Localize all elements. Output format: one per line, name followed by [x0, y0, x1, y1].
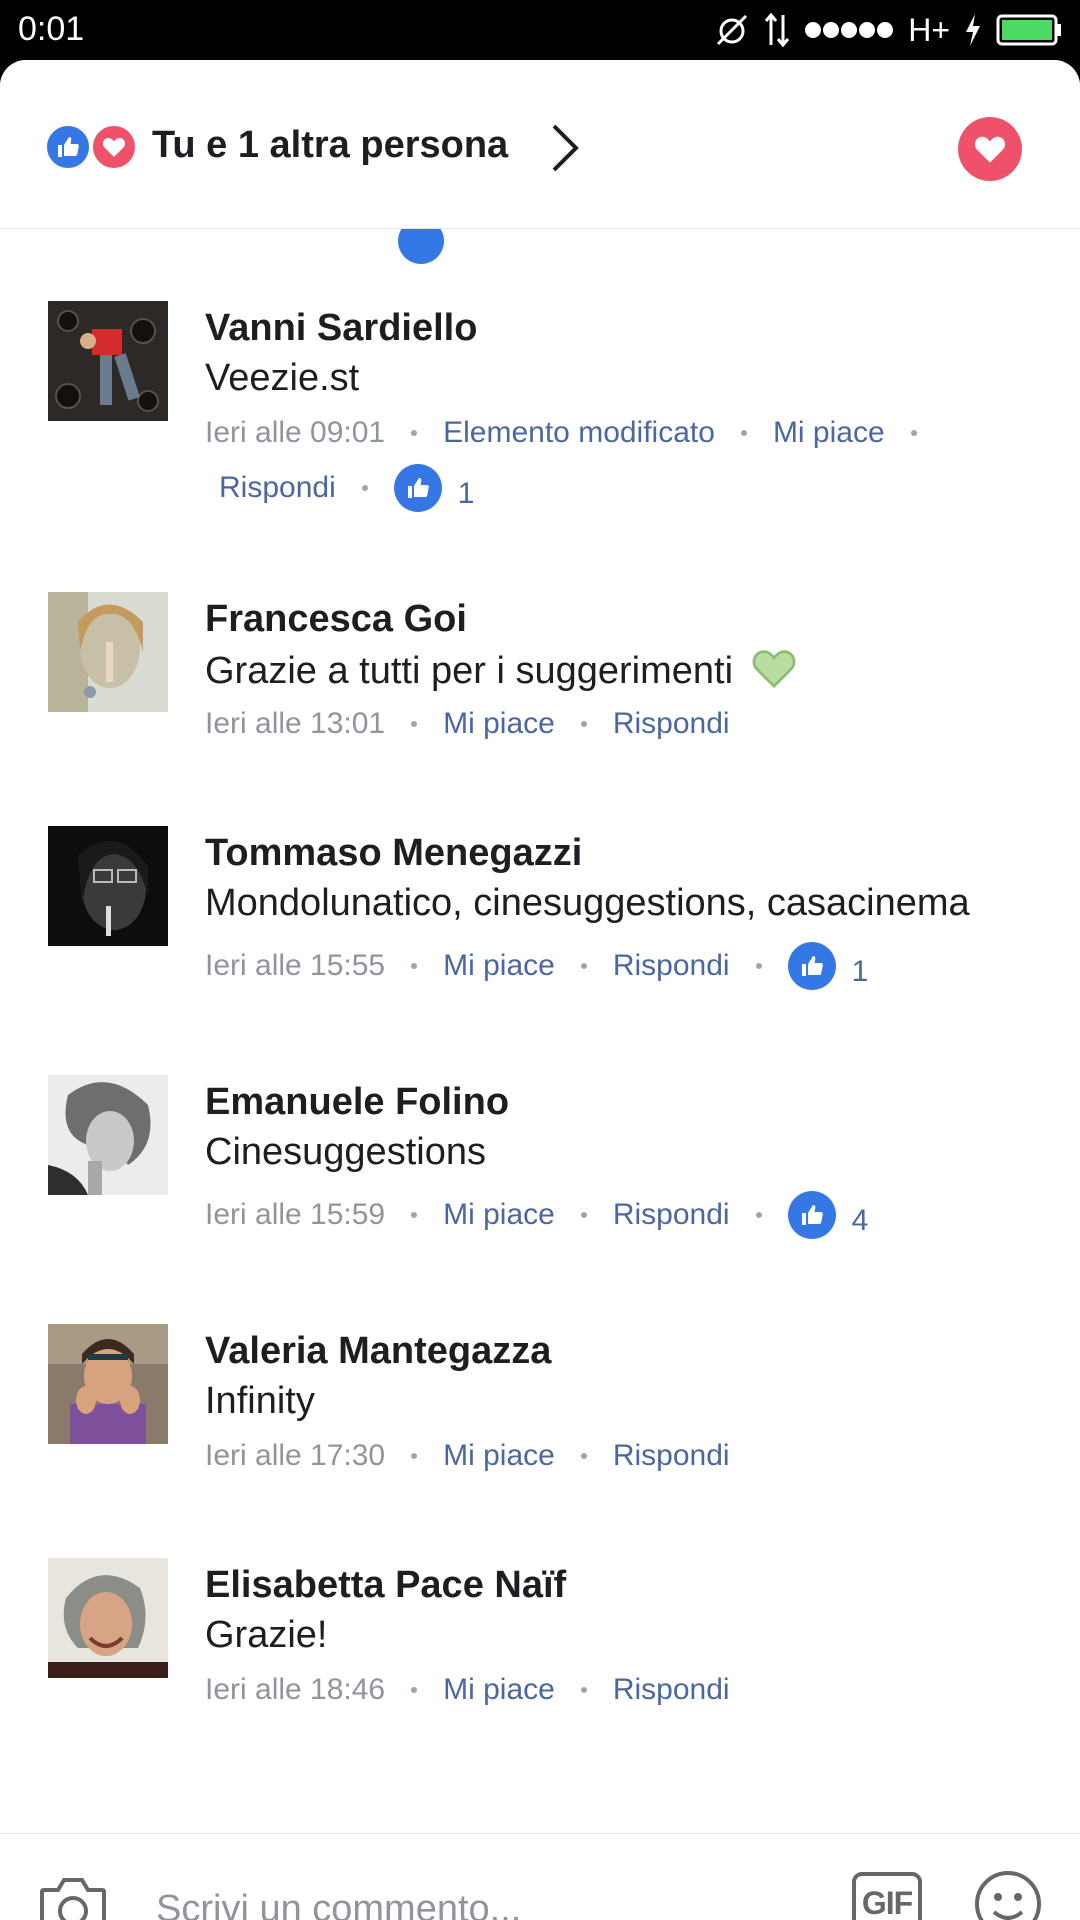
like-link[interactable]: Mi piace — [443, 707, 555, 741]
comment-time: Ieri alle 13:01 — [205, 707, 386, 740]
avatar[interactable] — [48, 1324, 168, 1444]
separator-dot — [580, 1687, 587, 1693]
status-bar: 0:01 H+ — [0, 0, 1080, 60]
like-link[interactable]: Mi piace — [443, 1673, 555, 1707]
reply-link[interactable]: Rispondi — [613, 707, 730, 741]
comment-text: Veezie.st — [205, 357, 360, 399]
edited-link[interactable]: Elemento modificato — [443, 416, 715, 450]
green-heart-emoji — [752, 648, 796, 698]
comment-meta: Ieri alle 09:01 Elemento modificato Mi p… — [205, 416, 943, 450]
like-link[interactable]: Mi piace — [443, 949, 555, 983]
like-count[interactable]: 1 — [458, 477, 475, 511]
comment-author[interactable]: Emanuele Folino — [205, 1081, 509, 1124]
comments-sheet: Tu e 1 altra persona Vanni Sardiello Vee… — [0, 60, 1080, 1920]
reply-link[interactable]: Rispondi — [613, 949, 730, 983]
comment-time: Ieri alle 17:30 — [205, 1439, 386, 1472]
comment-meta: Ieri alle 13:01 Mi piace Rispondi — [205, 707, 730, 741]
like-count-icon[interactable] — [393, 464, 442, 512]
chevron-right-icon[interactable] — [546, 122, 582, 179]
separator-dot — [580, 721, 587, 727]
separator-dot — [755, 963, 762, 969]
like-count[interactable]: 4 — [852, 1204, 869, 1238]
reply-link[interactable]: Rispondi — [613, 1198, 730, 1232]
data-transfer-icon — [764, 13, 790, 47]
comment-text: Grazie! — [205, 1614, 328, 1656]
camera-icon[interactable] — [38, 1876, 108, 1920]
separator-dot — [580, 963, 587, 969]
separator-dot — [580, 1212, 587, 1218]
comment-text: Infinity — [205, 1380, 315, 1422]
avatar[interactable] — [48, 592, 168, 712]
reply-link[interactable]: Rispondi — [613, 1673, 730, 1707]
avatar[interactable] — [48, 1075, 168, 1195]
battery-icon — [996, 14, 1062, 46]
reaction-summary[interactable]: Tu e 1 altra persona — [152, 124, 508, 167]
separator-dot — [910, 430, 917, 436]
comment-text: Cinesuggestions — [205, 1131, 486, 1173]
separator-dot — [580, 1453, 587, 1459]
status-icons: H+ — [714, 10, 1062, 50]
love-reaction-button[interactable] — [958, 117, 1022, 181]
comment-author[interactable]: Elisabetta Pace Naïf — [205, 1564, 566, 1607]
separator-dot — [411, 721, 418, 727]
signal-dots-icon — [804, 20, 894, 40]
separator-dot — [740, 430, 747, 436]
emoji-icon[interactable] — [974, 1870, 1042, 1920]
silent-alarm-icon — [714, 12, 750, 48]
like-link[interactable]: Mi piace — [443, 1198, 555, 1232]
comment-meta: Ieri alle 18:46 Mi piace Rispondi — [205, 1673, 730, 1707]
comment-author[interactable]: Tommaso Menegazzi — [205, 832, 582, 875]
network-type: H+ — [908, 11, 950, 48]
avatar[interactable] — [48, 826, 168, 946]
comment-time: Ieri alle 15:59 — [205, 1198, 386, 1231]
separator-dot — [411, 430, 418, 436]
comment-meta-continued: Rispondi 1 — [219, 464, 474, 512]
like-reaction-icon — [44, 123, 92, 171]
like-link[interactable]: Mi piace — [443, 1439, 555, 1473]
comment-author[interactable]: Francesca Goi — [205, 598, 467, 641]
separator-dot — [411, 963, 418, 969]
charging-icon — [964, 14, 982, 46]
separator-dot — [361, 485, 368, 491]
like-count-icon[interactable] — [787, 1191, 836, 1239]
comment-time: Ieri alle 15:55 — [205, 949, 386, 982]
comment-meta: Ieri alle 17:30 Mi piace Rispondi — [205, 1439, 730, 1473]
comment-text: Mondolunatico, cinesuggestions, casacine… — [205, 882, 970, 924]
comment-time: Ieri alle 18:46 — [205, 1673, 386, 1706]
comment-meta: Ieri alle 15:59 Mi piace Rispondi 4 — [205, 1191, 868, 1239]
avatar[interactable] — [48, 301, 168, 421]
separator-dot — [755, 1212, 762, 1218]
love-reaction-icon — [90, 123, 138, 171]
comment-author[interactable]: Valeria Mantegazza — [205, 1330, 551, 1373]
reaction-icons — [44, 123, 144, 171]
comment-composer: Scrivi un commento... GIF — [0, 1833, 1080, 1920]
reply-link[interactable]: Rispondi — [613, 1439, 730, 1473]
separator-dot — [411, 1212, 418, 1218]
separator-dot — [411, 1687, 418, 1693]
comment-input[interactable]: Scrivi un commento... — [156, 1888, 521, 1920]
status-time: 0:01 — [18, 10, 85, 48]
like-count-icon[interactable] — [787, 942, 836, 990]
reactions-header[interactable]: Tu e 1 altra persona — [0, 60, 1080, 229]
comment-meta: Ieri alle 15:55 Mi piace Rispondi 1 — [205, 942, 868, 990]
comment-time: Ieri alle 09:01 — [205, 416, 386, 449]
avatar[interactable] — [48, 1558, 168, 1678]
like-link[interactable]: Mi piace — [773, 416, 885, 450]
comment-text: Grazie a tutti per i suggerimenti — [205, 648, 796, 698]
comment-text-content: Grazie a tutti per i suggerimenti — [205, 650, 734, 693]
separator-dot — [411, 1453, 418, 1459]
comment-author[interactable]: Vanni Sardiello — [205, 307, 477, 350]
like-count[interactable]: 1 — [852, 955, 869, 989]
gif-button[interactable]: GIF — [852, 1872, 922, 1920]
reply-link[interactable]: Rispondi — [219, 471, 336, 505]
